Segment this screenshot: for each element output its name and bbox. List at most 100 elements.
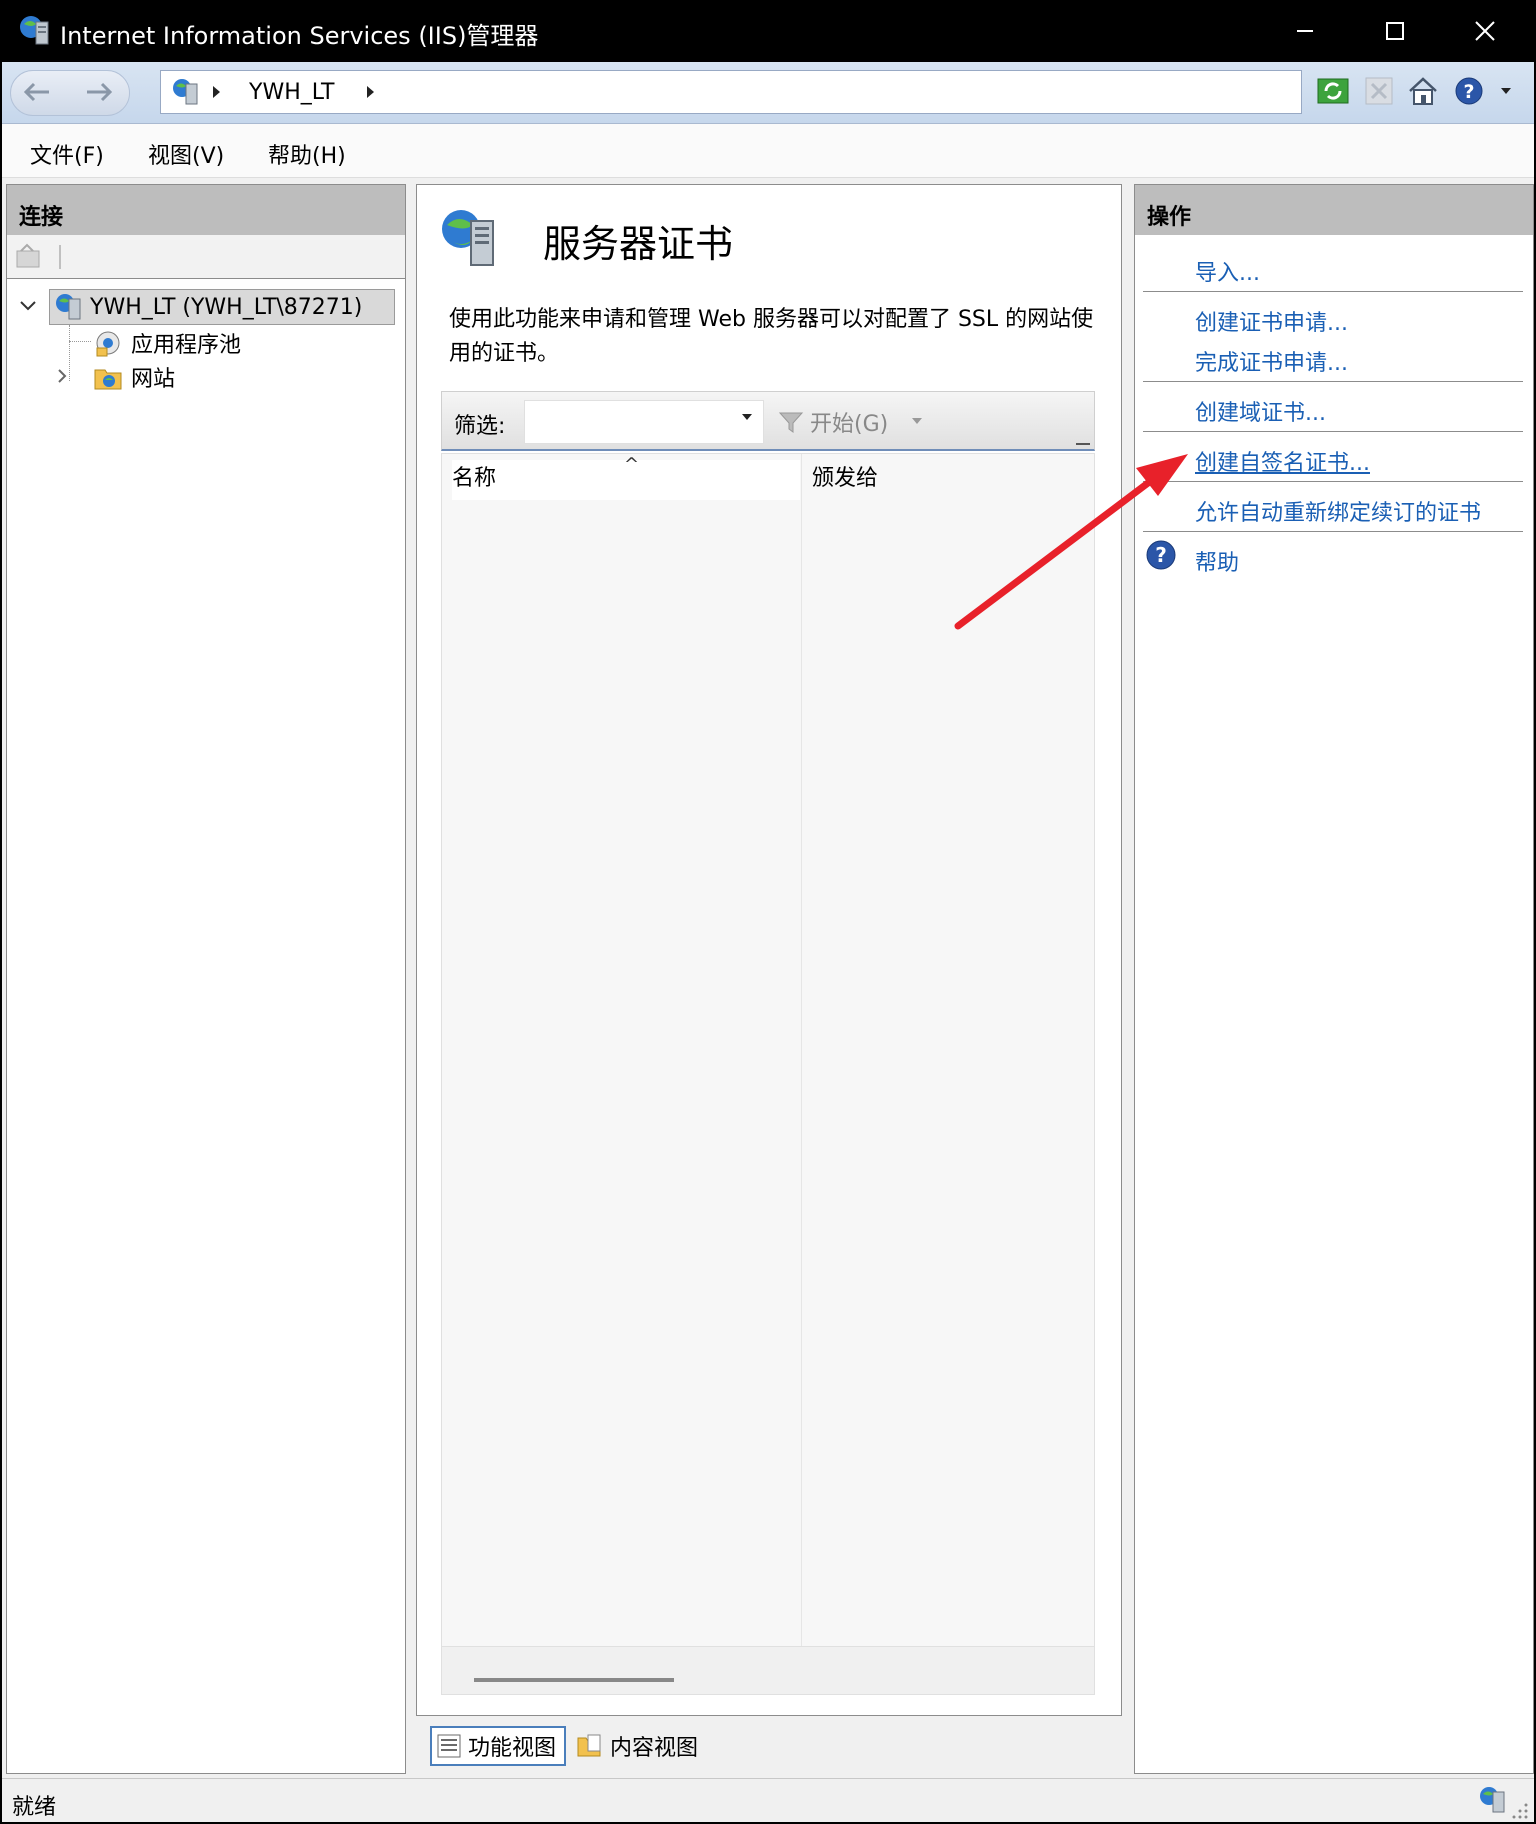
divider (1143, 531, 1523, 532)
sites-folder-icon (94, 369, 122, 390)
close-icon (1475, 21, 1495, 41)
tree-node-sites[interactable]: 网站 (93, 359, 175, 395)
forward-arrow-icon (87, 82, 113, 102)
help-button[interactable]: ? (1450, 72, 1488, 110)
action-enable-auto-rebind[interactable]: 允许自动重新绑定续订的证书 (1195, 495, 1481, 527)
tab-features-view[interactable]: 功能视图 (430, 1726, 567, 1766)
resize-grip-icon[interactable] (1510, 1801, 1530, 1821)
close-button[interactable] (1440, 0, 1530, 62)
menu-file[interactable]: 文件(F) (30, 138, 104, 170)
filter-bar: 筛选: 开始(G) (441, 391, 1095, 451)
chevron-right-icon[interactable] (55, 367, 69, 385)
maximize-icon (1386, 22, 1404, 40)
help-icon: ? (1146, 540, 1176, 570)
iis-app-icon (20, 16, 49, 45)
menu-view[interactable]: 视图(V) (148, 138, 224, 170)
filter-input[interactable] (524, 400, 764, 444)
maximize-button[interactable] (1350, 0, 1440, 62)
action-create-self-signed-certificate[interactable]: 创建自签名证书... (1195, 445, 1370, 477)
actions-pane: 操作 导入... 创建证书申请... 完成证书申请... 创建域证书... 创建… (1134, 184, 1534, 1774)
home-icon (1409, 77, 1437, 105)
server-icon (173, 79, 198, 105)
tab-features-view-label: 功能视图 (468, 1736, 557, 1761)
page-title: 服务器证书 (543, 222, 734, 266)
column-header-name[interactable]: ^ 名称 (452, 454, 800, 500)
home-button[interactable] (1404, 72, 1442, 110)
connections-header: 连接 (7, 185, 405, 235)
app-pool-icon (96, 331, 120, 357)
action-create-certificate-request[interactable]: 创建证书申请... (1195, 305, 1348, 337)
divider (1143, 431, 1523, 432)
connect-icon[interactable] (15, 243, 43, 271)
feature-description: 使用此功能来申请和管理 Web 服务器可以对配置了 SSL 的网站使用的证书。 (449, 307, 1094, 366)
horizontal-scrollbar[interactable] (442, 1646, 1094, 1694)
stop-button[interactable] (1360, 72, 1398, 110)
divider (1143, 381, 1523, 382)
chevron-down-icon[interactable] (19, 297, 37, 315)
filter-options-icon[interactable] (1076, 431, 1090, 445)
content-view-icon (577, 1734, 601, 1757)
status-bar: 就绪 (2, 1778, 1534, 1822)
go-button[interactable]: 开始(G) (778, 406, 888, 438)
server-icon (1480, 1787, 1505, 1813)
back-button[interactable] (14, 72, 58, 112)
address-bar[interactable]: YWH_LT (160, 70, 1302, 114)
filter-label: 筛选: (454, 414, 506, 439)
view-tabs: 功能视图 内容视图 (430, 1726, 706, 1770)
navigation-bar: YWH_LT ? (2, 62, 1534, 124)
connections-pane: 连接 YWH_LT (YWH_LT\87271) 应用程序池 网站 (6, 184, 406, 1774)
tree-node-server-label: YWH_LT (YWH_LT\87271) (90, 294, 363, 320)
divider (1143, 291, 1523, 292)
divider (1143, 481, 1523, 482)
column-header-issued-to-label: 颁发给 (812, 466, 879, 491)
tree-line (69, 341, 91, 342)
funnel-icon (778, 412, 804, 433)
stop-icon (1365, 77, 1393, 105)
refresh-icon (1317, 78, 1349, 104)
tree-node-sites-label: 网站 (131, 367, 176, 392)
certificates-list: ^ 名称 颁发给 (441, 453, 1095, 1695)
window-title: Internet Information Services (IIS)管理器 (60, 22, 539, 50)
action-import[interactable]: 导入... (1195, 255, 1260, 287)
column-divider[interactable] (801, 454, 802, 1646)
forward-button[interactable] (78, 72, 122, 112)
scrollbar-thumb[interactable] (474, 1678, 674, 1682)
tree-node-app-pools[interactable]: 应用程序池 (93, 325, 241, 361)
go-dropdown-icon[interactable] (912, 418, 922, 424)
tree-line (69, 325, 70, 381)
connections-toolbar (7, 235, 405, 279)
help-dropdown-button[interactable] (1496, 72, 1516, 110)
status-text: 就绪 (12, 1795, 57, 1820)
breadcrumb-arrow-icon[interactable] (213, 86, 220, 98)
tab-content-view-label: 内容视图 (610, 1736, 699, 1761)
tree-node-server[interactable]: YWH_LT (YWH_LT\87271) (49, 289, 395, 325)
server-icon (56, 294, 81, 320)
menu-help[interactable]: 帮助(H) (268, 138, 346, 170)
tab-content-view[interactable]: 内容视图 (572, 1726, 706, 1766)
actions-header: 操作 (1135, 185, 1533, 235)
menu-bar: 文件(F) 视图(V) 帮助(H) (2, 124, 1534, 178)
action-complete-certificate-request[interactable]: 完成证书申请... (1195, 345, 1348, 377)
tree-node-app-pools-label: 应用程序池 (131, 333, 242, 358)
features-view-icon (437, 1734, 461, 1758)
back-arrow-icon (23, 82, 49, 102)
go-button-label: 开始(G) (810, 412, 889, 437)
column-header-name-label: 名称 (452, 466, 497, 491)
minimize-button[interactable] (1260, 0, 1350, 62)
action-create-domain-certificate[interactable]: 创建域证书... (1195, 395, 1326, 427)
refresh-button[interactable] (1314, 72, 1352, 110)
server-certificates-icon (442, 210, 494, 266)
breadcrumb-server[interactable]: YWH_LT (249, 80, 334, 105)
column-header-issued-to[interactable]: 颁发给 (812, 460, 878, 500)
title-bar: Internet Information Services (IIS)管理器 (0, 0, 1536, 62)
filter-dropdown-icon[interactable] (742, 414, 752, 420)
svg-text:?: ? (1155, 543, 1167, 567)
help-icon: ? (1455, 77, 1483, 105)
breadcrumb-arrow-icon[interactable] (367, 86, 374, 98)
minimize-icon (1297, 30, 1313, 32)
main-window: YWH_LT ? 文件(F) 视图(V) 帮助(H) 连接 YWH_LT (YW… (2, 62, 1534, 1822)
sort-ascending-icon: ^ (624, 454, 640, 475)
svg-text:?: ? (1463, 81, 1474, 103)
chevron-down-icon (1501, 88, 1511, 94)
action-help[interactable]: 帮助 (1195, 545, 1239, 577)
